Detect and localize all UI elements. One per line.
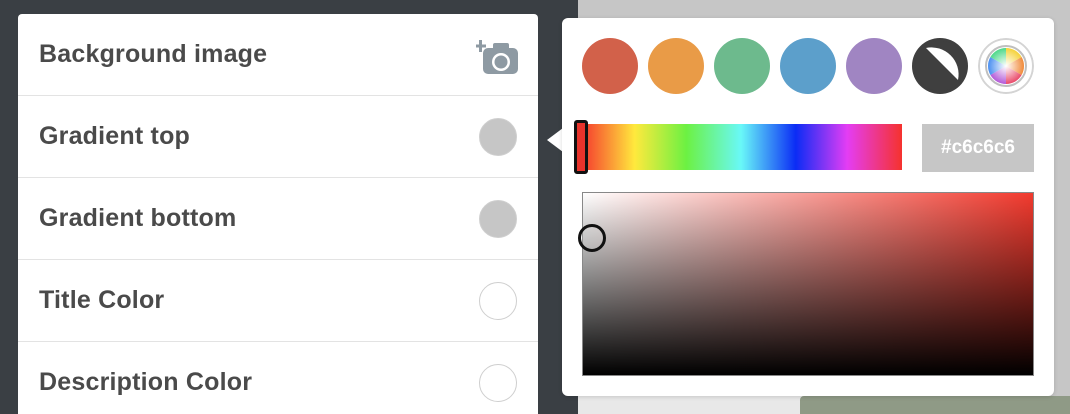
- color-swatch[interactable]: [479, 282, 517, 320]
- background-card-image: [800, 396, 1070, 414]
- row-label: Description Color: [39, 368, 253, 396]
- row-label: Gradient bottom: [39, 204, 237, 232]
- preset-red-swatch[interactable]: [582, 38, 638, 94]
- preset-black-white-icon[interactable]: [912, 38, 968, 94]
- row-label: Background image: [39, 40, 268, 68]
- row-title-color[interactable]: Title Color: [18, 260, 538, 342]
- camera-plus-icon[interactable]: [476, 36, 520, 76]
- preset-purple-swatch[interactable]: [846, 38, 902, 94]
- saturation-brightness-area[interactable]: [582, 192, 1034, 376]
- settings-panel: Background image Gradient top Gradient b…: [18, 14, 538, 414]
- row-gradient-top[interactable]: Gradient top: [18, 96, 538, 178]
- hue-slider-handle[interactable]: [574, 120, 588, 174]
- hue-slider[interactable]: [580, 124, 902, 170]
- preset-blue-swatch[interactable]: [780, 38, 836, 94]
- color-swatch[interactable]: [479, 364, 517, 402]
- custom-color-rainbow-icon[interactable]: [978, 38, 1034, 94]
- row-label: Gradient top: [39, 122, 191, 150]
- saturation-brightness-handle[interactable]: [578, 224, 606, 252]
- popover-caret: [547, 128, 563, 152]
- row-label: Title Color: [39, 286, 165, 314]
- row-background-image[interactable]: Background image: [18, 14, 538, 96]
- row-gradient-bottom[interactable]: Gradient bottom: [18, 178, 538, 260]
- hex-value-input[interactable]: #c6c6c6: [922, 124, 1034, 172]
- preset-green-swatch[interactable]: [714, 38, 770, 94]
- color-swatch[interactable]: [479, 118, 517, 156]
- color-swatch[interactable]: [479, 200, 517, 238]
- row-description-color[interactable]: Description Color: [18, 342, 538, 414]
- preset-orange-swatch[interactable]: [648, 38, 704, 94]
- color-picker-popover: #c6c6c6: [562, 18, 1054, 396]
